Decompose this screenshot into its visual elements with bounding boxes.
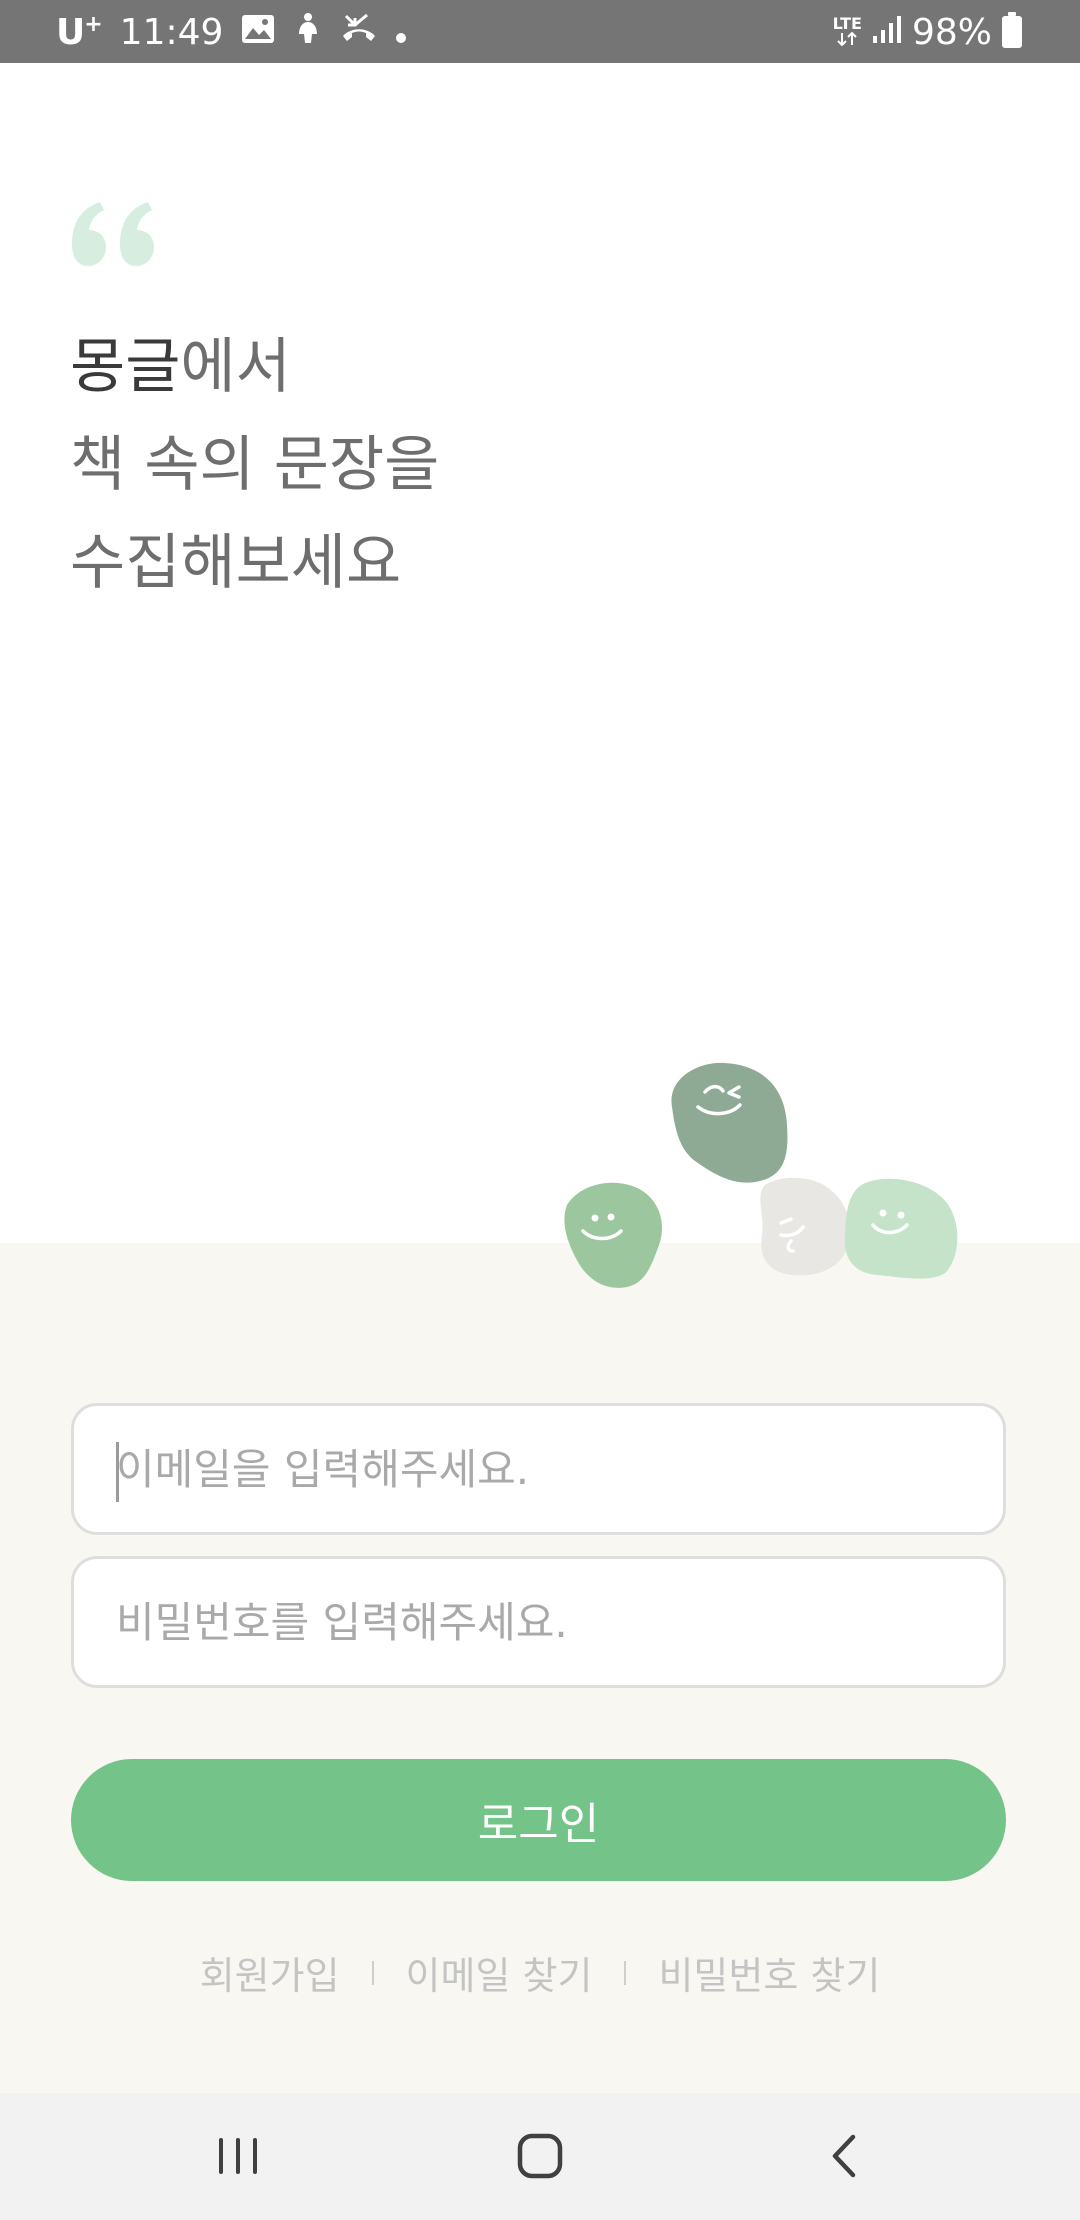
headline-line-3: 수집해보세요: [70, 528, 402, 598]
image-icon: [241, 12, 275, 53]
mascot-light-green: [844, 1178, 958, 1279]
link-divider: [371, 1960, 374, 1985]
signal-icon: [872, 12, 902, 53]
carrier-label: U+: [56, 11, 103, 53]
mascot-illustration: [564, 1062, 958, 1288]
accessibility-icon: [293, 12, 323, 53]
recent-apps-icon: [219, 2138, 257, 2174]
system-nav-bar: [0, 2093, 1080, 2220]
lte-icon: LTE: [833, 15, 862, 49]
find-email-link[interactable]: 이메일 찾기: [404, 1945, 595, 2000]
mascot-green: [564, 1182, 662, 1288]
status-bar: U+ 11:49 LTE 98%: [0, 0, 1080, 63]
quote-mark-icon: [70, 200, 160, 290]
password-input[interactable]: [74, 1559, 1003, 1685]
account-links: 회원가입 이메일 찾기 비밀번호 찾기: [0, 1945, 1080, 2000]
headline-line-2: 책 속의 문장을: [70, 430, 440, 500]
recent-apps-button[interactable]: [198, 2121, 278, 2191]
mascot-dark-green: [671, 1062, 788, 1183]
back-button[interactable]: [804, 2121, 884, 2191]
dot-icon: [395, 12, 407, 53]
back-icon: [832, 2134, 856, 2178]
home-icon: [517, 2133, 563, 2179]
home-button[interactable]: [500, 2121, 580, 2191]
missed-call-icon: [341, 12, 377, 53]
battery-percent: 98%: [911, 11, 992, 53]
mascot-grey: [760, 1177, 851, 1276]
battery-icon: [1002, 12, 1022, 48]
clock: 11:49: [119, 11, 224, 53]
headline-line-1: 몽글에서: [70, 318, 439, 416]
headline: 몽글에서 책 속의 문장을 수집해보세요: [70, 318, 439, 612]
password-field[interactable]: [71, 1556, 1006, 1688]
email-input[interactable]: [74, 1406, 1003, 1532]
brand-name: 몽글: [70, 332, 181, 402]
find-password-link[interactable]: 비밀번호 찾기: [656, 1945, 882, 2000]
email-field[interactable]: [71, 1403, 1006, 1535]
link-divider: [624, 1960, 627, 1985]
text-caret: [116, 1442, 119, 1502]
signup-link[interactable]: 회원가입: [198, 1945, 342, 2000]
headline-line-1-rest: 에서: [180, 332, 291, 402]
status-right: LTE 98%: [833, 8, 1022, 56]
status-left: U+ 11:49: [56, 8, 407, 56]
login-button[interactable]: 로그인: [71, 1759, 1006, 1881]
